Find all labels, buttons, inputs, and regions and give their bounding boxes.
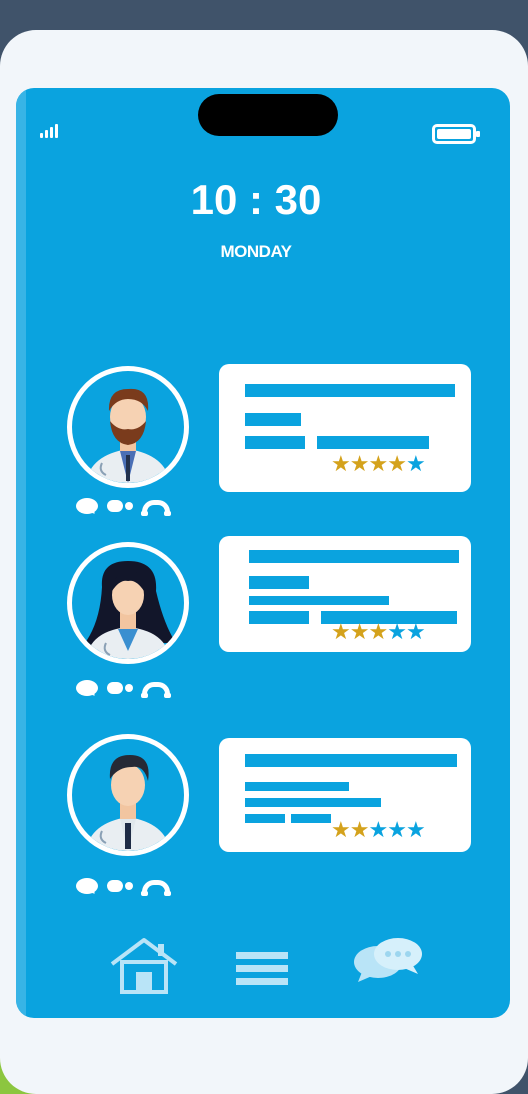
doctor-3-card[interactable]: ★★★★★ [219,738,471,852]
doctor-avatar-male[interactable] [67,734,189,856]
star-filled-icon: ★ [368,452,388,477]
chat-icon[interactable] [76,878,98,894]
placeholder-line [249,611,309,624]
star-empty-icon: ★ [405,620,426,645]
star-filled-icon: ★ [387,452,407,477]
star-filled-icon: ★ [368,620,388,645]
phone-notch [198,94,338,136]
doctor-1-actions [76,498,171,516]
chat-icon[interactable] [76,498,98,514]
placeholder-line [317,436,429,449]
video-icon[interactable] [107,880,133,892]
placeholder-line [245,754,457,767]
placeholder-line [245,814,285,823]
clock-time: 10 : 30 [190,176,322,223]
star-filled-icon: ★ [331,620,351,645]
rating-stars: ★★★★★ [331,620,426,645]
star-empty-icon: ★ [387,818,407,843]
star-empty-icon: ★ [387,620,407,645]
placeholder-line [245,798,381,807]
placeholder-line [249,550,459,563]
doctor-3-actions [76,878,171,896]
placeholder-line [291,814,331,823]
phone-icon[interactable] [141,500,171,516]
star-filled-icon: ★ [349,620,370,645]
rating-stars: ★★★★★ [331,818,426,843]
signal-icon [40,122,58,138]
video-icon[interactable] [107,500,133,512]
doctor-2-card[interactable]: ★★★★★ [219,536,471,652]
video-icon[interactable] [107,682,133,694]
placeholder-line [245,413,301,426]
clock-day: MONDAY [220,242,293,261]
doctor-avatar-female[interactable] [67,542,189,664]
placeholder-line [245,384,455,397]
phone-icon[interactable] [141,880,171,896]
placeholder-line [249,576,309,589]
rating-stars: ★★★★★ [331,452,426,477]
star-filled-icon: ★ [331,452,351,477]
phone-icon[interactable] [141,682,171,698]
phone-screen: 10 : 30 MONDAY ★★★★★ ★★★★★ ★★★★★ [16,88,510,1018]
star-empty-icon: ★ [405,452,426,477]
doctor-2-actions [76,680,171,698]
home-icon[interactable] [108,936,180,996]
placeholder-line [249,596,389,605]
placeholder-line [245,436,305,449]
star-filled-icon: ★ [331,818,351,843]
menu-icon[interactable] [236,950,288,986]
doctor-1-card[interactable]: ★★★★★ [219,364,471,492]
star-empty-icon: ★ [368,818,388,843]
star-filled-icon: ★ [349,452,370,477]
placeholder-line [245,782,349,791]
star-filled-icon: ★ [349,818,370,843]
doctor-avatar-male-beard[interactable] [67,366,189,488]
messages-icon[interactable] [352,934,424,984]
chat-icon[interactable] [76,680,98,696]
star-empty-icon: ★ [405,818,426,843]
battery-icon [432,124,480,144]
